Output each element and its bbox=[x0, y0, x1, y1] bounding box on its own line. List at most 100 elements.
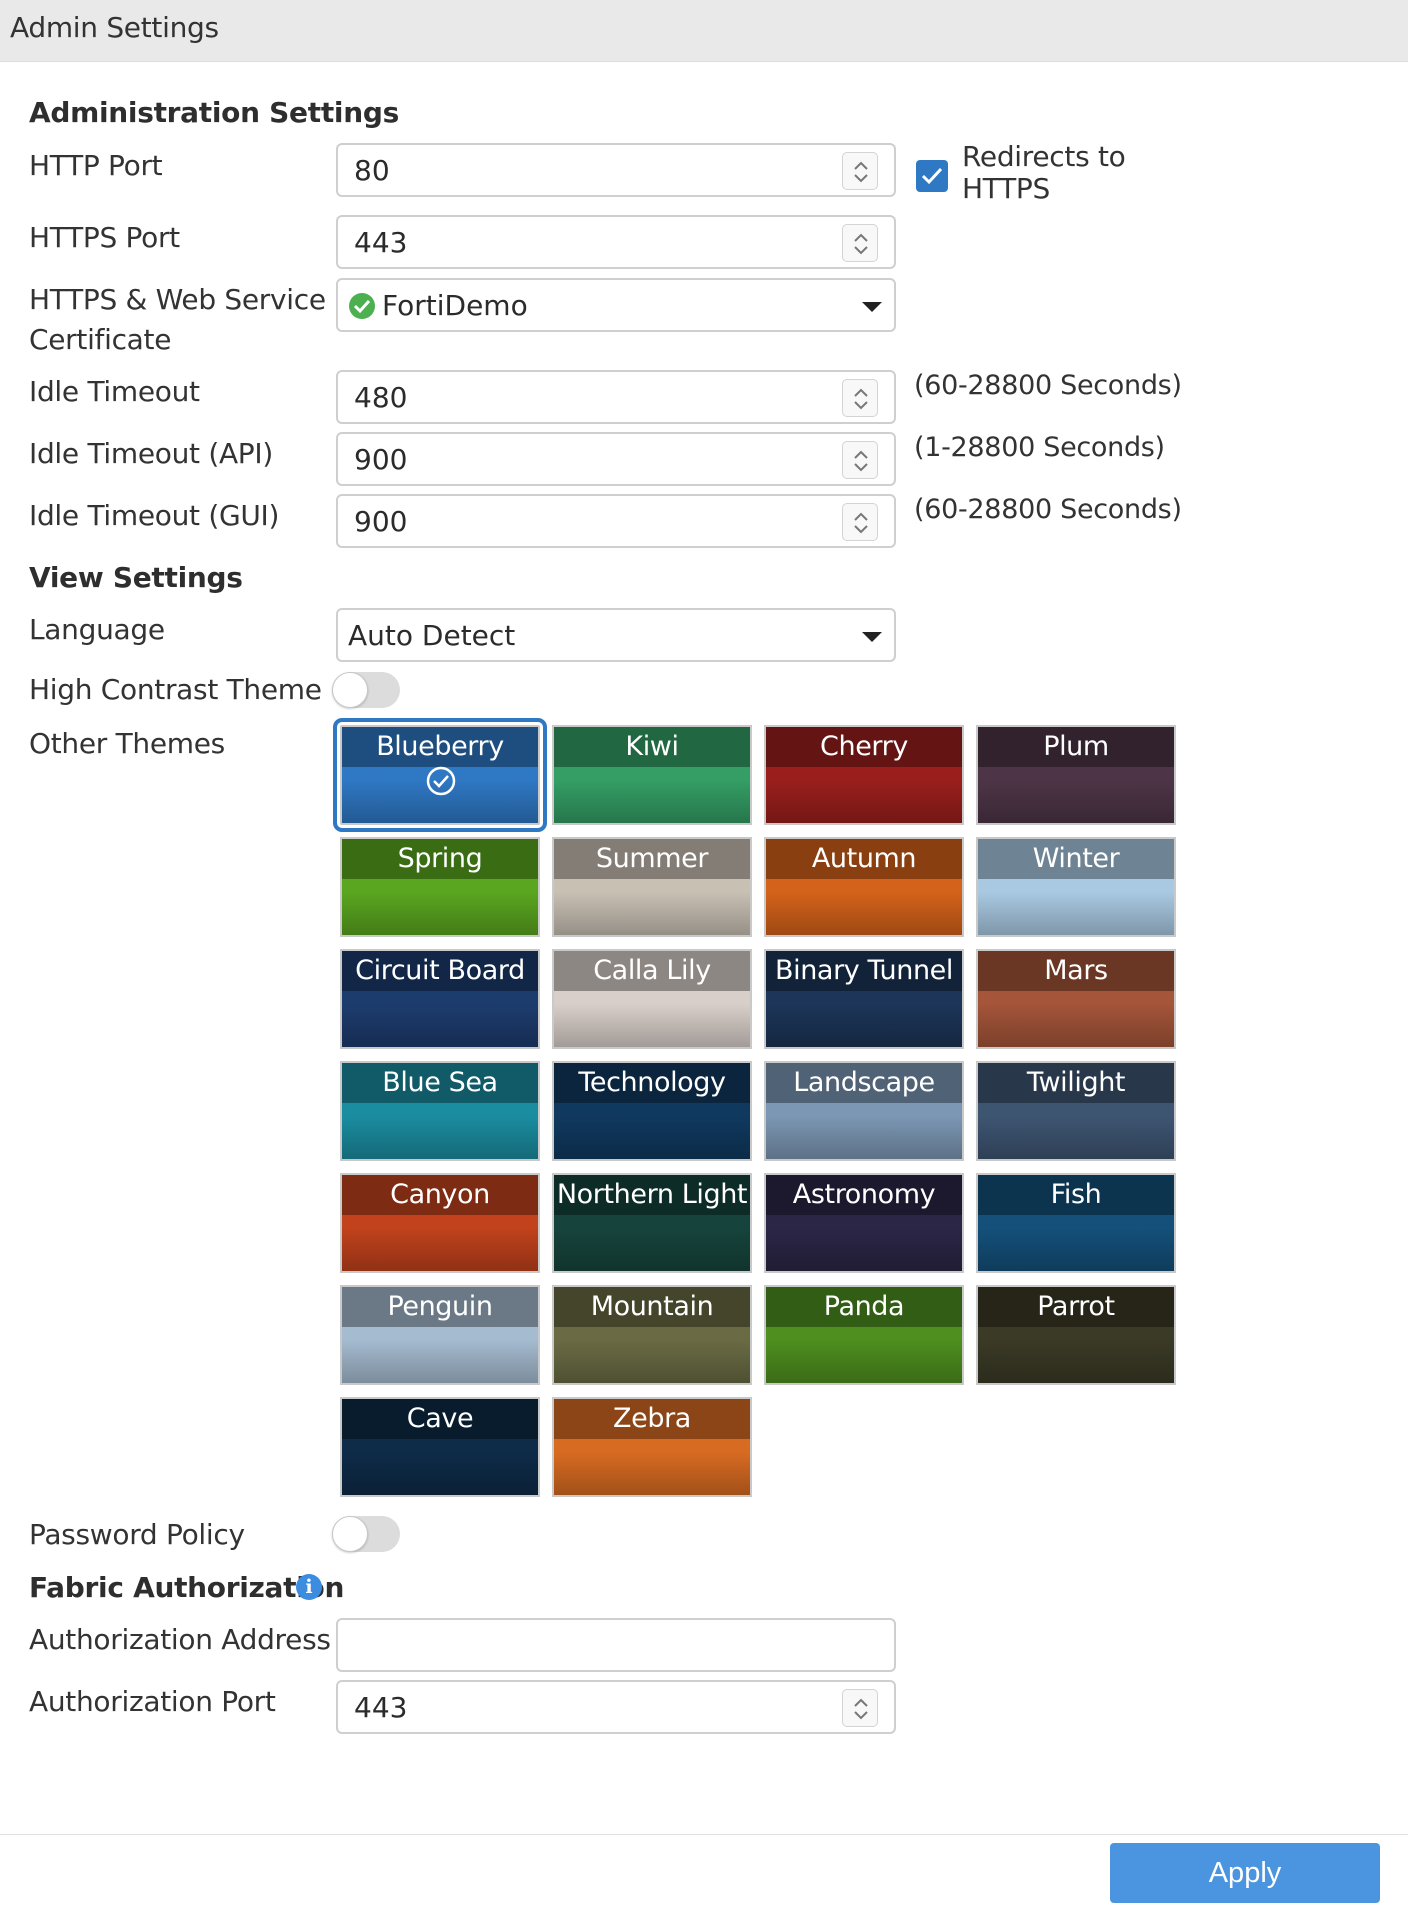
theme-name: Spring bbox=[342, 839, 538, 879]
stepper-arrows-icon bbox=[854, 512, 868, 534]
theme-tile-parrot[interactable]: Parrot bbox=[976, 1285, 1176, 1385]
chevron-down-icon bbox=[862, 632, 882, 642]
theme-tile-blueberry[interactable]: Blueberry bbox=[333, 718, 547, 832]
theme-name: Penguin bbox=[342, 1287, 538, 1327]
idle-timeout-api-label: Idle Timeout (API) bbox=[29, 437, 273, 470]
redirect-https-checkbox[interactable] bbox=[916, 160, 948, 192]
theme-tile-plum[interactable]: Plum bbox=[976, 725, 1176, 825]
toggle-knob bbox=[332, 1516, 368, 1552]
theme-tile-technology[interactable]: Technology bbox=[552, 1061, 752, 1161]
authorization-port-label: Authorization Port bbox=[29, 1685, 276, 1718]
http-port-stepper[interactable] bbox=[842, 152, 878, 190]
theme-name: Astronomy bbox=[766, 1175, 962, 1215]
theme-tile-calla-lily[interactable]: Calla Lily bbox=[552, 949, 752, 1049]
theme-name: Kiwi bbox=[554, 727, 750, 767]
theme-name: Northern Light bbox=[554, 1175, 750, 1215]
http-port-value: 80 bbox=[354, 154, 390, 187]
authorization-port-value: 443 bbox=[354, 1691, 408, 1724]
idle-timeout-gui-stepper[interactable] bbox=[842, 503, 878, 541]
theme-tile-cherry[interactable]: Cherry bbox=[764, 725, 964, 825]
idle-timeout-api-stepper[interactable] bbox=[842, 441, 878, 479]
theme-name: Mountain bbox=[554, 1287, 750, 1327]
high-contrast-toggle[interactable] bbox=[332, 672, 400, 708]
theme-name: Cave bbox=[342, 1399, 538, 1439]
http-port-input[interactable]: 80 bbox=[336, 143, 896, 197]
checkmark-icon bbox=[921, 167, 943, 185]
certificate-label-line1: HTTPS & Web Service bbox=[29, 283, 326, 316]
http-port-label: HTTP Port bbox=[29, 149, 163, 182]
password-policy-toggle[interactable] bbox=[332, 1516, 400, 1552]
apply-button[interactable]: Apply bbox=[1110, 1843, 1380, 1903]
https-port-label: HTTPS Port bbox=[29, 221, 180, 254]
theme-tile-penguin[interactable]: Penguin bbox=[340, 1285, 540, 1385]
theme-name: Blueberry bbox=[342, 727, 538, 767]
info-icon[interactable]: i bbox=[296, 1574, 322, 1600]
theme-tile-fish[interactable]: Fish bbox=[976, 1173, 1176, 1273]
theme-tile-circuit-board[interactable]: Circuit Board bbox=[340, 949, 540, 1049]
theme-tile-blue-sea[interactable]: Blue Sea bbox=[340, 1061, 540, 1161]
theme-tile-panda[interactable]: Panda bbox=[764, 1285, 964, 1385]
title-bar: Admin Settings bbox=[0, 0, 1408, 62]
idle-timeout-api-value: 900 bbox=[354, 443, 408, 476]
idle-timeout-stepper[interactable] bbox=[842, 379, 878, 417]
idle-timeout-hint: (60-28800 Seconds) bbox=[914, 370, 1182, 401]
stepper-arrows-icon bbox=[854, 233, 868, 255]
theme-tile-zebra[interactable]: Zebra bbox=[552, 1397, 752, 1497]
theme-tile-northern-light[interactable]: Northern Light bbox=[552, 1173, 752, 1273]
language-select[interactable]: Auto Detect bbox=[336, 608, 896, 662]
theme-tile-astronomy[interactable]: Astronomy bbox=[764, 1173, 964, 1273]
theme-name: Zebra bbox=[554, 1399, 750, 1439]
selected-check-icon bbox=[426, 766, 456, 796]
theme-name: Canyon bbox=[342, 1175, 538, 1215]
theme-tile-twilight[interactable]: Twilight bbox=[976, 1061, 1176, 1161]
stepper-arrows-icon bbox=[854, 388, 868, 410]
theme-tile-canyon[interactable]: Canyon bbox=[340, 1173, 540, 1273]
toggle-knob bbox=[332, 672, 368, 708]
theme-name: Autumn bbox=[766, 839, 962, 879]
https-port-stepper[interactable] bbox=[842, 224, 878, 262]
theme-tile-spring[interactable]: Spring bbox=[340, 837, 540, 937]
authorization-address-input[interactable] bbox=[336, 1618, 896, 1672]
theme-tile-landscape[interactable]: Landscape bbox=[764, 1061, 964, 1161]
idle-timeout-input[interactable]: 480 bbox=[336, 370, 896, 424]
theme-name: Winter bbox=[978, 839, 1174, 879]
https-port-input[interactable]: 443 bbox=[336, 215, 896, 269]
theme-name: Cherry bbox=[766, 727, 962, 767]
theme-name: Mars bbox=[978, 951, 1174, 991]
authorization-port-input[interactable]: 443 bbox=[336, 1680, 896, 1734]
theme-tile-summer[interactable]: Summer bbox=[552, 837, 752, 937]
stepper-arrows-icon bbox=[854, 1698, 868, 1720]
theme-name: Panda bbox=[766, 1287, 962, 1327]
password-policy-label: Password Policy bbox=[29, 1518, 245, 1551]
certificate-select[interactable]: FortiDemo bbox=[336, 278, 896, 332]
theme-name: Twilight bbox=[978, 1063, 1174, 1103]
theme-name: Technology bbox=[554, 1063, 750, 1103]
other-themes-label: Other Themes bbox=[29, 727, 225, 760]
theme-tile-cave[interactable]: Cave bbox=[340, 1397, 540, 1497]
idle-timeout-gui-input[interactable]: 900 bbox=[336, 494, 896, 548]
theme-tile-kiwi[interactable]: Kiwi bbox=[552, 725, 752, 825]
theme-tile-autumn[interactable]: Autumn bbox=[764, 837, 964, 937]
redirect-https-label: Redirects to HTTPS bbox=[962, 141, 1126, 205]
idle-timeout-gui-hint: (60-28800 Seconds) bbox=[914, 494, 1182, 525]
theme-tile-binary-tunnel[interactable]: Binary Tunnel bbox=[764, 949, 964, 1049]
idle-timeout-gui-label: Idle Timeout (GUI) bbox=[29, 499, 280, 532]
authorization-address-label: Authorization Address bbox=[29, 1623, 331, 1656]
idle-timeout-api-input[interactable]: 900 bbox=[336, 432, 896, 486]
footer-divider bbox=[0, 1834, 1408, 1835]
theme-name: Blue Sea bbox=[342, 1063, 538, 1103]
valid-certificate-icon bbox=[349, 293, 375, 319]
theme-tile-mountain[interactable]: Mountain bbox=[552, 1285, 752, 1385]
authorization-port-stepper[interactable] bbox=[842, 1689, 878, 1727]
high-contrast-label: High Contrast Theme bbox=[29, 673, 322, 706]
idle-timeout-api-hint: (1-28800 Seconds) bbox=[914, 432, 1165, 463]
window-title: Admin Settings bbox=[10, 11, 219, 44]
theme-tile-mars[interactable]: Mars bbox=[976, 949, 1176, 1049]
certificate-value: FortiDemo bbox=[382, 289, 528, 322]
stepper-arrows-icon bbox=[854, 161, 868, 183]
certificate-label-line2: Certificate bbox=[29, 323, 172, 356]
theme-name: Plum bbox=[978, 727, 1174, 767]
theme-tile-winter[interactable]: Winter bbox=[976, 837, 1176, 937]
theme-name: Calla Lily bbox=[554, 951, 750, 991]
redirect-https-label-line2: HTTPS bbox=[962, 172, 1050, 205]
